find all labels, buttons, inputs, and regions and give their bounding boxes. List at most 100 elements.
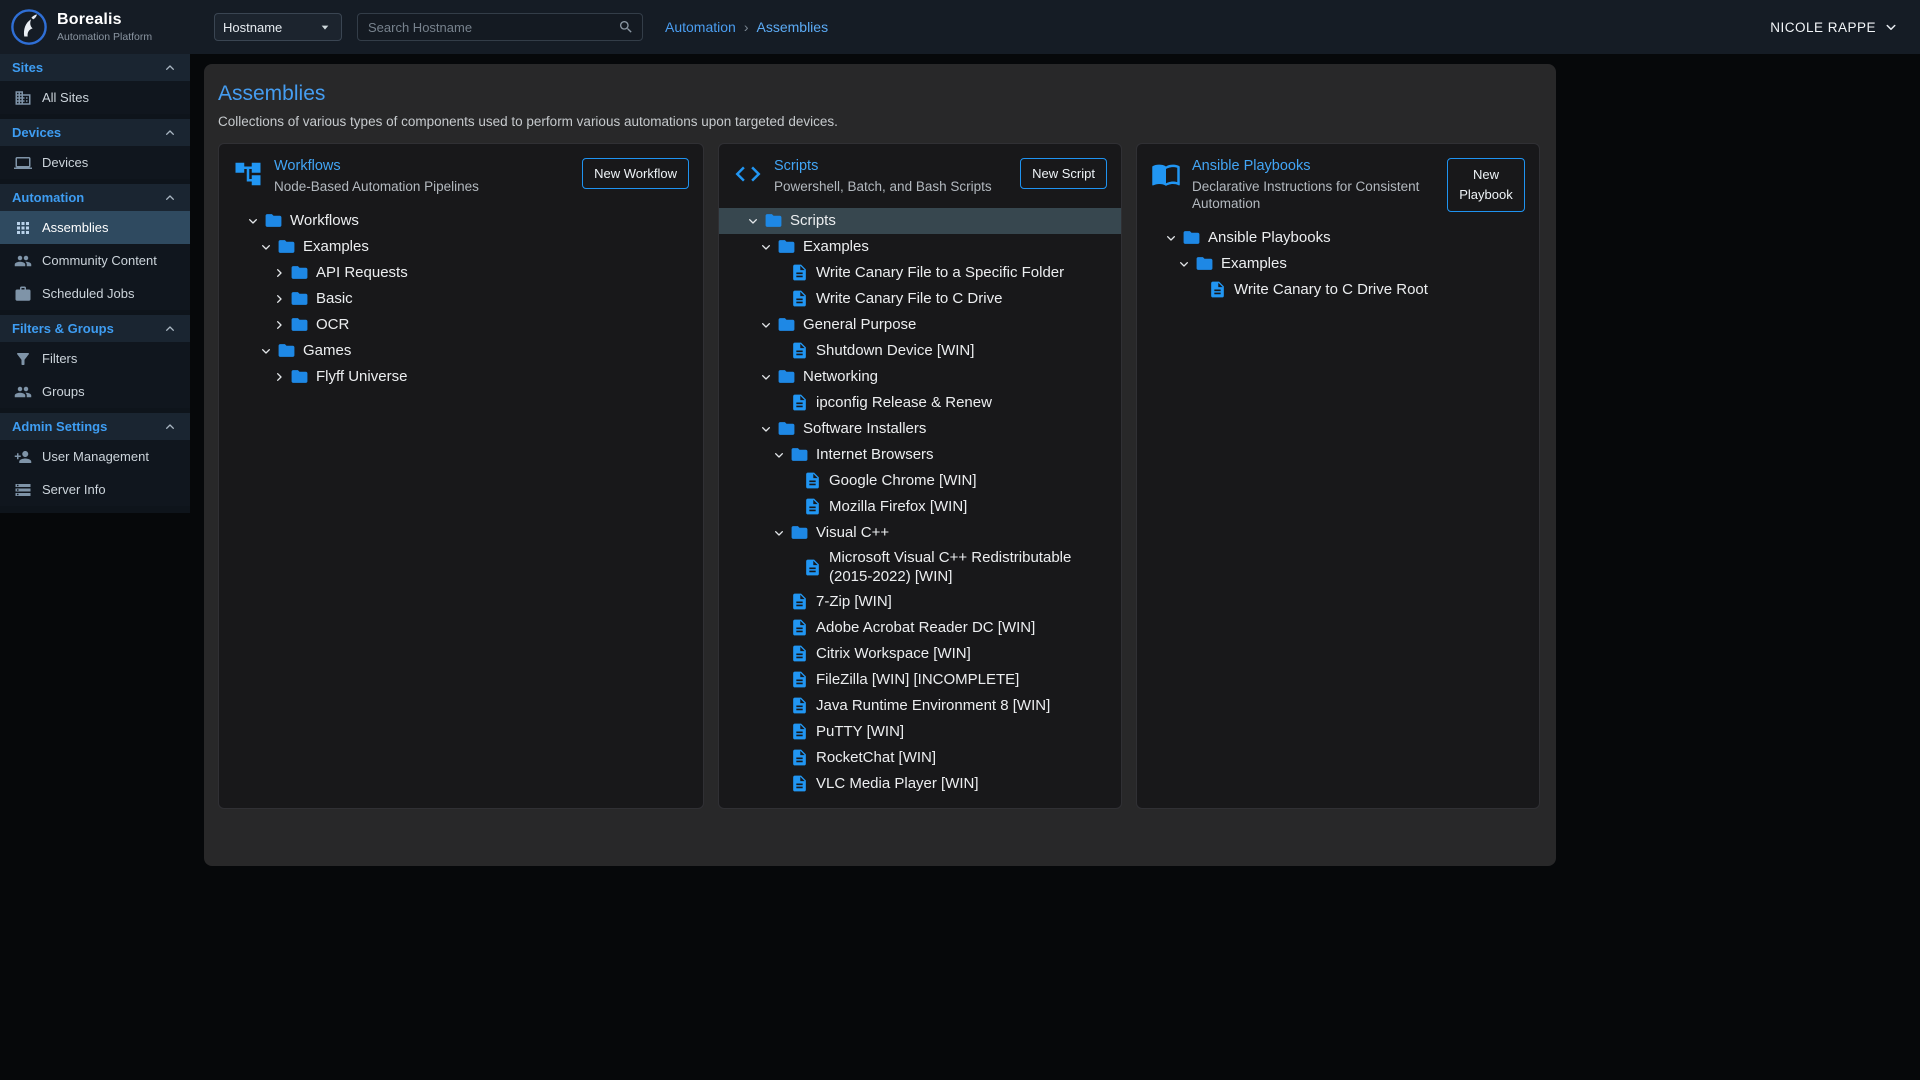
scripts-card-title: Scripts — [774, 158, 1009, 174]
breadcrumb-current-assemblies[interactable]: Assemblies — [757, 19, 829, 35]
tree-folder-ocr[interactable]: OCR — [219, 312, 703, 338]
tree-file-rocketchat-win[interactable]: RocketChat [WIN] — [719, 745, 1121, 771]
tree-item-label: Citrix Workspace [WIN] — [816, 642, 971, 666]
sidebar-item-label: Assemblies — [42, 220, 108, 235]
tree-file-java-runtime-environment-8-win[interactable]: Java Runtime Environment 8 [WIN] — [719, 693, 1121, 719]
sidebar-item-label: Scheduled Jobs — [42, 286, 135, 301]
sidebar-item-filters[interactable]: Filters — [0, 342, 190, 375]
folder-icon — [290, 367, 309, 386]
indent-spacer — [771, 776, 787, 792]
chevron-down-icon — [1882, 18, 1900, 36]
borealis-logo-icon — [10, 8, 48, 46]
tree-item-label: Examples — [1221, 252, 1287, 276]
folder-icon — [290, 289, 309, 308]
sidebar-item-server-info[interactable]: Server Info — [0, 473, 190, 506]
sidebar-section-header-sites[interactable]: Sites — [0, 54, 190, 81]
tree-folder-workflows[interactable]: Workflows — [219, 208, 703, 234]
community-icon — [14, 252, 32, 270]
new-playbook-button[interactable]: New Playbook — [1447, 158, 1525, 212]
tree-folder-scripts[interactable]: Scripts — [719, 208, 1121, 234]
tree-file-putty-win[interactable]: PuTTY [WIN] — [719, 719, 1121, 745]
sidebar-item-all-sites[interactable]: All Sites — [0, 81, 190, 114]
indent-spacer — [784, 499, 800, 515]
file-icon — [790, 722, 809, 741]
tree-folder-games[interactable]: Games — [219, 338, 703, 364]
scripts-card: ScriptsPowershell, Batch, and Bash Scrip… — [718, 143, 1122, 809]
user-menu[interactable]: NICOLE RAPPE — [1770, 18, 1900, 36]
tree-item-label: Microsoft Visual C++ Redistributable (20… — [829, 546, 1107, 589]
sidebar-item-assemblies[interactable]: Assemblies — [0, 211, 190, 244]
indent-spacer — [784, 473, 800, 489]
server-icon — [14, 481, 32, 499]
tree-item-label: Internet Browsers — [816, 443, 934, 467]
tree-folder-examples[interactable]: Examples — [719, 234, 1121, 260]
tree-folder-visual-c[interactable]: Visual C++ — [719, 520, 1121, 546]
new-workflow-button[interactable]: New Workflow — [582, 158, 689, 189]
folder-icon — [1182, 228, 1201, 247]
sidebar-item-scheduled-jobs[interactable]: Scheduled Jobs — [0, 277, 190, 310]
tree-file-filezilla-win-incomplete[interactable]: FileZilla [WIN] [INCOMPLETE] — [719, 667, 1121, 693]
tree-folder-networking[interactable]: Networking — [719, 364, 1121, 390]
tree-file-7-zip-win[interactable]: 7-Zip [WIN] — [719, 589, 1121, 615]
tree-folder-examples[interactable]: Examples — [219, 234, 703, 260]
tree-folder-flyff-universe[interactable]: Flyff Universe — [219, 364, 703, 390]
search-input[interactable] — [366, 19, 618, 36]
workflows-tree: WorkflowsExamplesAPI RequestsBasicOCRGam… — [219, 208, 703, 390]
indent-spacer — [771, 698, 787, 714]
indent-spacer — [771, 265, 787, 281]
file-icon — [790, 263, 809, 282]
sidebar-item-community-content[interactable]: Community Content — [0, 244, 190, 277]
tree-file-write-canary-to-c-drive-root[interactable]: Write Canary to C Drive Root — [1137, 277, 1539, 303]
indent-spacer — [771, 646, 787, 662]
breadcrumb-link-automation[interactable]: Automation — [665, 19, 736, 35]
sidebar-item-devices[interactable]: Devices — [0, 146, 190, 179]
tree-folder-api-requests[interactable]: API Requests — [219, 260, 703, 286]
sidebar-item-label: Filters — [42, 351, 77, 366]
sidebar-item-groups[interactable]: Groups — [0, 375, 190, 408]
tree-folder-software-installers[interactable]: Software Installers — [719, 416, 1121, 442]
chevron-down-icon — [258, 343, 274, 359]
folder-icon — [264, 211, 283, 230]
chevron-up-icon — [162, 419, 178, 435]
indent-spacer — [784, 559, 800, 575]
tree-item-label: VLC Media Player [WIN] — [816, 772, 979, 796]
sidebar-section-devices: DevicesDevices — [0, 119, 190, 179]
chevron-down-icon — [1176, 256, 1192, 272]
tree-folder-internet-browsers[interactable]: Internet Browsers — [719, 442, 1121, 468]
indent-spacer — [771, 672, 787, 688]
sidebar-section-header-filters-groups[interactable]: Filters & Groups — [0, 315, 190, 342]
sidebar-section-header-devices[interactable]: Devices — [0, 119, 190, 146]
tree-item-label: Examples — [303, 235, 369, 259]
new-script-button[interactable]: New Script — [1020, 158, 1107, 189]
sidebar-section-sites: SitesAll Sites — [0, 54, 190, 114]
app: Borealis Automation Platform Hostname Au… — [0, 0, 1920, 1080]
tree-item-label: Visual C++ — [816, 521, 889, 545]
hostname-dropdown[interactable]: Hostname — [214, 13, 342, 41]
folder-icon — [290, 263, 309, 282]
breadcrumb-separator: › — [744, 19, 749, 35]
user-add-icon — [14, 448, 32, 466]
tree-folder-examples[interactable]: Examples — [1137, 251, 1539, 277]
search-box[interactable] — [357, 13, 643, 41]
tree-file-ipconfig-release-renew[interactable]: ipconfig Release & Renew — [719, 390, 1121, 416]
sidebar-section-header-admin-settings[interactable]: Admin Settings — [0, 413, 190, 440]
tree-file-vlc-media-player-win[interactable]: VLC Media Player [WIN] — [719, 771, 1121, 797]
tree-file-google-chrome-win[interactable]: Google Chrome [WIN] — [719, 468, 1121, 494]
chevron-right-icon — [271, 317, 287, 333]
tree-file-write-canary-file-to-a-specific-folder[interactable]: Write Canary File to a Specific Folder — [719, 260, 1121, 286]
sidebar-section-header-automation[interactable]: Automation — [0, 184, 190, 211]
tree-folder-basic[interactable]: Basic — [219, 286, 703, 312]
tree-item-label: Scripts — [790, 209, 836, 233]
tree-file-citrix-workspace-win[interactable]: Citrix Workspace [WIN] — [719, 641, 1121, 667]
tree-file-mozilla-firefox-win[interactable]: Mozilla Firefox [WIN] — [719, 494, 1121, 520]
tree-file-microsoft-visual-c-redistributable-2015-2022-win[interactable]: Microsoft Visual C++ Redistributable (20… — [719, 546, 1121, 589]
tree-file-shutdown-device-win[interactable]: Shutdown Device [WIN] — [719, 338, 1121, 364]
tree-folder-general-purpose[interactable]: General Purpose — [719, 312, 1121, 338]
tree-folder-ansible-playbooks[interactable]: Ansible Playbooks — [1137, 225, 1539, 251]
sidebar-item-user-management[interactable]: User Management — [0, 440, 190, 473]
sidebar-item-label: Server Info — [42, 482, 106, 497]
folder-icon — [1195, 254, 1214, 273]
tree-file-adobe-acrobat-reader-dc-win[interactable]: Adobe Acrobat Reader DC [WIN] — [719, 615, 1121, 641]
tree-item-label: Basic — [316, 287, 353, 311]
tree-file-write-canary-file-to-c-drive[interactable]: Write Canary File to C Drive — [719, 286, 1121, 312]
